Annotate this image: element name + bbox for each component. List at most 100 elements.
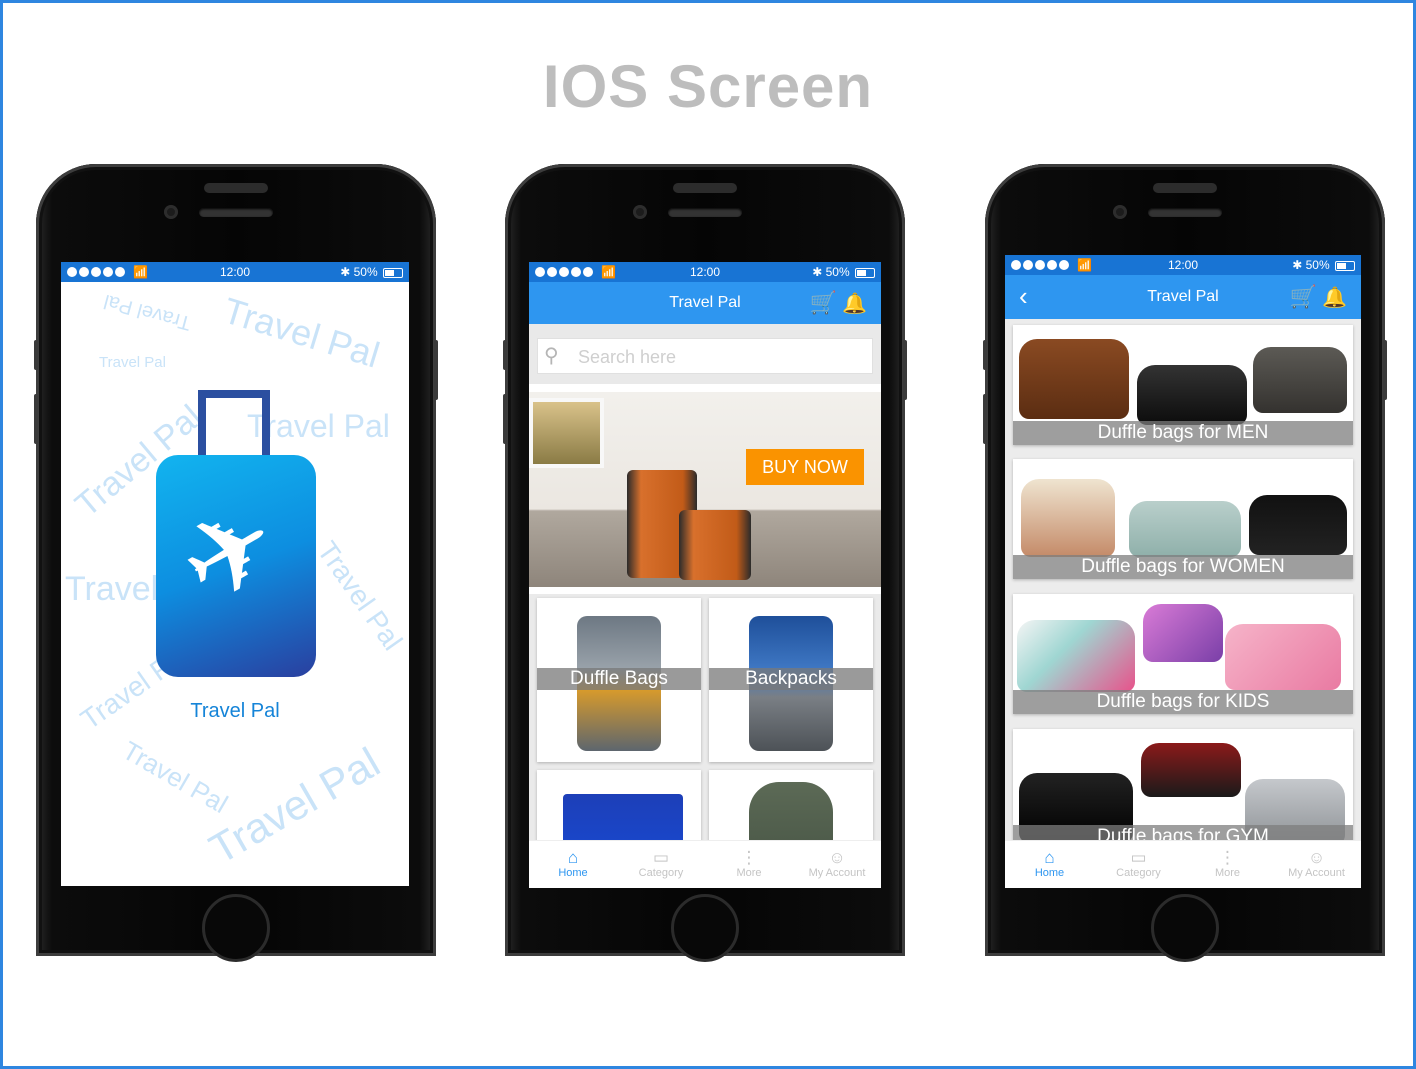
airplane-icon: ✈ <box>159 477 301 630</box>
category-label: Duffle Bags <box>537 668 701 690</box>
battery-percent: 50% <box>1305 258 1330 272</box>
category-card-label: Duffle bags for WOMEN <box>1013 555 1353 579</box>
watermark-text: Travel Pal <box>101 289 194 335</box>
bag-image <box>1021 479 1115 557</box>
category-card-gym[interactable]: Duffle bags for GYM <box>1013 729 1353 840</box>
page-title: IOS Screen <box>542 53 874 120</box>
battery-percent: 50% <box>353 265 378 279</box>
bell-icon[interactable]: 🔔 <box>842 291 867 316</box>
more-icon: ⋮ <box>1219 848 1236 867</box>
bag-image <box>1017 620 1135 692</box>
status-bar: 📶 12:00 ✱ 50% <box>1005 255 1361 275</box>
bluetooth-icon: ✱ <box>812 265 823 279</box>
tab-bar: ⌂ Home ▭ Category ⋮ More ☺ My Account <box>1005 840 1361 888</box>
speaker-grill <box>668 208 742 217</box>
phone-splash: 📶 12:00 ✱ 50% Travel Pal Travel Pal Trav… <box>34 164 438 962</box>
bag-image <box>1143 604 1223 662</box>
home-button[interactable] <box>671 894 739 962</box>
tab-home[interactable]: ⌂ Home <box>529 841 617 888</box>
home-button[interactable] <box>1151 894 1219 962</box>
user-icon: ☺ <box>828 848 846 867</box>
status-bar: 📶 12:00 ✱ 50% <box>529 262 881 282</box>
category-card-kids[interactable]: Duffle bags for KIDS <box>1013 594 1353 714</box>
cart-icon[interactable]: 🛒 <box>810 290 837 316</box>
category-tile-duffle-bags[interactable]: Duffle Bags <box>537 598 701 762</box>
battery-icon <box>855 267 875 278</box>
category-list: Duffle bags for MEN Duffle bags for WOME… <box>1005 319 1361 840</box>
app-bar: ‹ Travel Pal 🛒 🔔 <box>1005 275 1361 319</box>
home-icon: ⌂ <box>1044 848 1055 867</box>
tab-label: My Account <box>1288 867 1345 879</box>
tab-my-account[interactable]: ☺ My Account <box>793 841 881 888</box>
status-bar: 📶 12:00 ✱ 50% <box>61 262 409 282</box>
search-icon: ⚲ <box>544 345 559 367</box>
category-card-label: Duffle bags for KIDS <box>1013 690 1353 714</box>
front-camera <box>1113 205 1127 219</box>
phone-category: 📶 12:00 ✱ 50% ‹ Travel Pal 🛒 🔔 Duffle ba… <box>983 164 1387 962</box>
tab-category[interactable]: ▭ Category <box>617 841 705 888</box>
more-icon: ⋮ <box>740 848 758 867</box>
tab-label: Category <box>638 867 684 879</box>
tab-label: Home <box>558 867 588 879</box>
cart-icon[interactable]: 🛒 <box>1290 284 1317 310</box>
bag-image <box>1249 495 1347 555</box>
bag-image <box>1225 624 1341 690</box>
tab-label: Home <box>1034 867 1065 879</box>
watermark-text: Travel Pal <box>311 535 409 656</box>
bag-image <box>1137 365 1247 425</box>
tab-my-account[interactable]: ☺ My Account <box>1272 841 1361 888</box>
tab-label: Category <box>1116 867 1161 879</box>
bell-icon[interactable]: 🔔 <box>1322 285 1347 310</box>
luggage-small <box>679 510 751 580</box>
tab-home[interactable]: ⌂ Home <box>1005 841 1094 888</box>
search-bar: ⚲ Search here <box>529 324 881 384</box>
home-button[interactable] <box>202 894 270 962</box>
bag-image <box>1129 501 1241 557</box>
home-screen: 📶 12:00 ✱ 50% Travel Pal 🛒 🔔 ⚲ Search he… <box>529 262 881 888</box>
suitcase-handle <box>198 390 270 460</box>
category-card-label: Duffle bags for MEN <box>1013 421 1353 445</box>
battery-status: ✱ 50% <box>1292 258 1355 272</box>
tab-label: My Account <box>808 867 866 879</box>
earpiece <box>1153 183 1217 193</box>
tab-label: More <box>736 867 762 879</box>
user-icon: ☺ <box>1307 848 1326 867</box>
bag-image <box>1019 339 1129 419</box>
app-bar: Travel Pal 🛒 🔔 <box>529 282 881 324</box>
speaker-grill <box>1148 208 1222 217</box>
front-camera <box>164 205 178 219</box>
tab-label: More <box>1214 867 1241 879</box>
category-label: Backpacks <box>709 668 873 690</box>
tab-more[interactable]: ⋮ More <box>1183 841 1272 888</box>
battery-status: ✱ 50% <box>812 265 875 279</box>
earpiece <box>204 183 268 193</box>
category-card-label: Duffle bags for GYM <box>1013 825 1353 840</box>
bluetooth-icon: ✱ <box>340 265 351 279</box>
battery-percent: 50% <box>825 265 850 279</box>
tab-bar: ⌂ Home ▭ Category ⋮ More ☺ My Account <box>529 840 881 888</box>
battery-icon <box>1335 260 1355 271</box>
speaker-grill <box>199 208 273 217</box>
tab-category[interactable]: ▭ Category <box>1094 841 1183 888</box>
watermark-text: Travel Pal <box>117 735 234 820</box>
buy-now-button[interactable]: BUY NOW <box>746 449 864 485</box>
category-card-men[interactable]: Duffle bags for MEN <box>1013 325 1353 445</box>
phone-home: 📶 12:00 ✱ 50% Travel Pal 🛒 🔔 ⚲ Search he… <box>503 164 907 962</box>
earpiece <box>673 183 737 193</box>
category-grid: Duffle Bags Backpacks <box>529 594 881 888</box>
category-screen: 📶 12:00 ✱ 50% ‹ Travel Pal 🛒 🔔 Duffle ba… <box>1005 255 1361 888</box>
bag-image <box>1253 347 1347 413</box>
category-card-women[interactable]: Duffle bags for WOMEN <box>1013 459 1353 579</box>
brand-name: Travel Pal <box>190 700 280 722</box>
category-tile-backpacks[interactable]: Backpacks <box>709 598 873 762</box>
battery-icon <box>383 267 403 278</box>
watermark-text: Travel Pal <box>99 354 166 371</box>
category-icon: ▭ <box>1130 848 1147 867</box>
watermark-text: Travel Pal <box>218 289 385 376</box>
tab-more[interactable]: ⋮ More <box>705 841 793 888</box>
splash-screen: 📶 12:00 ✱ 50% Travel Pal Travel Pal Trav… <box>61 262 409 886</box>
search-input[interactable]: ⚲ Search here <box>537 338 873 374</box>
banner-window <box>529 398 604 468</box>
battery-status: ✱ 50% <box>340 265 403 279</box>
promo-banner[interactable]: BUY NOW <box>529 392 881 587</box>
